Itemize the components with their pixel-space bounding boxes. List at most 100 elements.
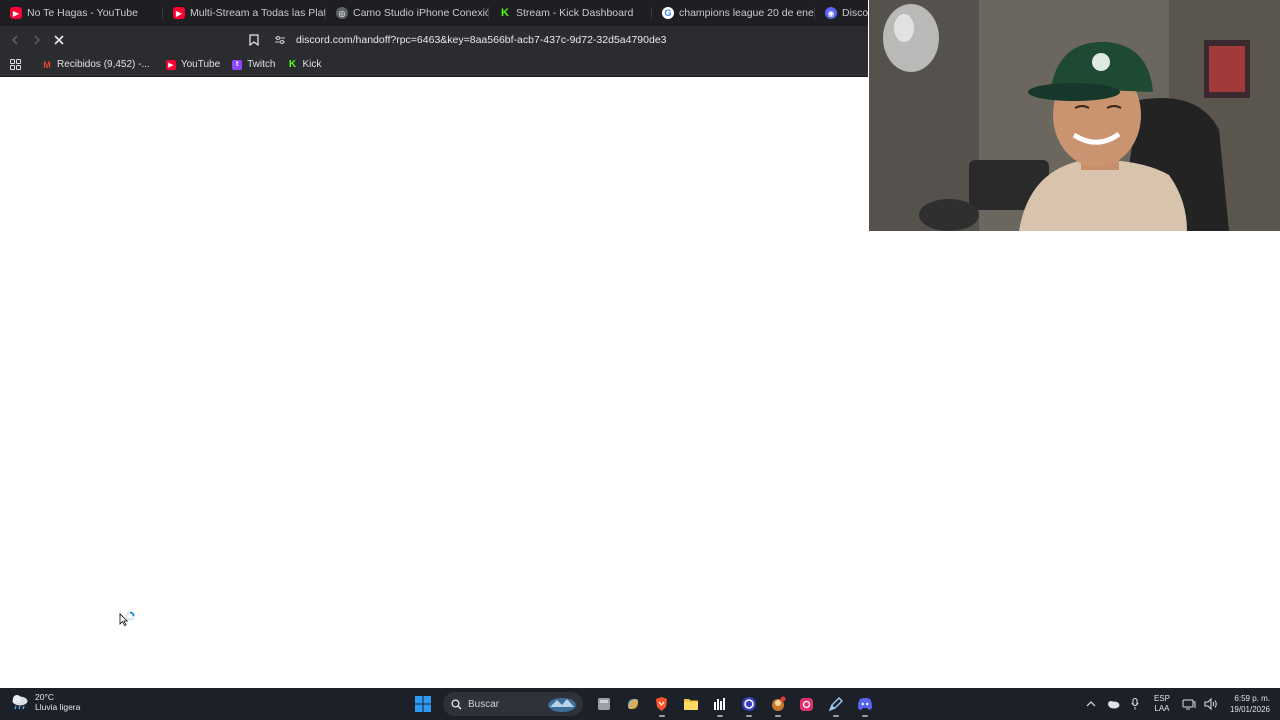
- stop-loading-button[interactable]: [49, 30, 69, 50]
- language-code: ESP: [1153, 694, 1170, 703]
- running-indicator: [716, 715, 723, 717]
- taskbar-app-circle[interactable]: [736, 691, 762, 717]
- bookmark-label: Twitch: [247, 59, 276, 70]
- taskbar-app-file-explorer[interactable]: [678, 691, 704, 717]
- show-hidden-icons-button[interactable]: [1081, 694, 1101, 714]
- language-indicator[interactable]: ESP LAA: [1154, 694, 1170, 714]
- weather-temperature: 20°C: [35, 692, 54, 702]
- tab-label: Camo Studio iPhone Conexión: [353, 7, 489, 19]
- bookmark-twitch[interactable]: t Twitch: [226, 55, 281, 75]
- taskbar-center: Buscar: [408, 688, 879, 720]
- apps-grid-icon: [9, 59, 21, 70]
- taskbar-app-instagram[interactable]: [794, 691, 820, 717]
- brave-icon: [656, 697, 667, 711]
- tab-kick-dashboard[interactable]: K Stream - Kick Dashboard: [489, 0, 652, 26]
- youtube-icon: ▶: [173, 7, 185, 19]
- close-icon: [54, 34, 64, 45]
- forward-button[interactable]: [27, 30, 47, 50]
- twitch-icon: t: [232, 59, 243, 70]
- search-placeholder: Buscar: [468, 698, 500, 710]
- system-tray: ESP LAA 6:59 p. m. 19/01/2026: [1080, 688, 1270, 720]
- weather-widget[interactable]: 20°C Lluvia ligera: [10, 692, 80, 712]
- windows-taskbar: 20°C Lluvia ligera Buscar ESP LAA 6:59 p…: [0, 688, 1280, 720]
- youtube-icon: ▶: [165, 59, 176, 70]
- windows-start-icon: [414, 696, 431, 712]
- youtube-icon: ▶: [10, 7, 22, 19]
- discord-icon: ◉: [825, 7, 837, 19]
- bookmark-label: YouTube: [180, 59, 221, 70]
- taskbar-app-brave[interactable]: [649, 691, 675, 717]
- tab-label: champions league 20 de enero - Goo: [679, 7, 815, 19]
- bookmarks-bar: M Recibidos (9,452) -... ▶ YouTube t Twi…: [0, 53, 868, 77]
- app-circle-icon: [741, 697, 756, 711]
- address-bar[interactable]: discord.com/handoff?rpc=6463&key=8aa566b…: [244, 28, 868, 51]
- keyboard-layout: LAA: [1154, 704, 1170, 713]
- tune-icon: [275, 35, 285, 44]
- running-indicator: [832, 715, 839, 717]
- copilot-icon: [627, 699, 638, 709]
- weather-condition: Lluvia ligera: [35, 702, 81, 712]
- tab-google-search[interactable]: G champions league 20 de enero - Goo: [652, 0, 815, 26]
- address-url: discord.com/handoff?rpc=6463&key=8aa566b…: [296, 33, 667, 46]
- file-icon: [597, 698, 610, 710]
- bookmark-youtube[interactable]: ▶ YouTube: [160, 55, 226, 75]
- search-highlight-icon: [548, 698, 576, 712]
- camo-icon: ◎: [336, 7, 348, 19]
- tab-multistream[interactable]: ▶ Multi-Stream a Todas las Plataforr: [163, 0, 326, 26]
- tab-label: Stream - Kick Dashboard: [516, 7, 634, 19]
- site-info-button[interactable]: [270, 30, 290, 50]
- pen-icon: [828, 697, 843, 712]
- apps-button[interactable]: [2, 55, 28, 75]
- tray-microphone-button[interactable]: [1125, 694, 1145, 714]
- chevron-up-icon: [1086, 701, 1096, 707]
- running-indicator: [774, 715, 781, 717]
- browser-tab-strip: ▶ No Te Hagas - YouTube ▶ Multi-Stream a…: [0, 0, 868, 26]
- taskbar-app-game[interactable]: [765, 691, 791, 717]
- webcam-person-image: [869, 0, 1280, 231]
- start-button[interactable]: [410, 691, 436, 717]
- network-monitor-icon: [1182, 699, 1196, 709]
- busy-cursor-icon: [118, 610, 138, 630]
- discord-icon: [857, 698, 872, 710]
- tab-label: Discord: [842, 7, 868, 19]
- taskbar-app-discord[interactable]: [852, 691, 878, 717]
- bookmark-label: Kick: [302, 59, 322, 70]
- tab-label: No Te Hagas - YouTube: [27, 7, 138, 19]
- running-indicator: [658, 715, 665, 717]
- webcam-overlay: [869, 0, 1280, 231]
- taskbar-search[interactable]: Buscar: [443, 692, 583, 716]
- tab-youtube-no-te-hagas[interactable]: ▶ No Te Hagas - YouTube: [0, 0, 163, 26]
- bookmark-button[interactable]: [244, 30, 264, 50]
- cloud-icon: [1107, 701, 1120, 709]
- taskbar-app-copilot[interactable]: [620, 691, 646, 717]
- arrow-left-icon: [11, 34, 18, 45]
- bookmark-icon: [249, 33, 259, 46]
- taskbar-app-audio[interactable]: [707, 691, 733, 717]
- game-icon: [771, 696, 785, 711]
- instagram-icon: [800, 697, 813, 711]
- tray-volume-button[interactable]: [1201, 694, 1221, 714]
- gmail-icon: M: [43, 59, 51, 70]
- bookmark-gmail[interactable]: M Recibidos (9,452) -...: [36, 55, 156, 75]
- bookmark-kick[interactable]: K Kick: [281, 55, 327, 75]
- speaker-icon: [1204, 698, 1217, 710]
- tab-camo-studio[interactable]: ◎ Camo Studio iPhone Conexión: [326, 0, 489, 26]
- clock-date-button[interactable]: 6:59 p. m. 19/01/2026: [1230, 693, 1270, 715]
- file-explorer-icon: [683, 699, 698, 710]
- kick-icon: K: [288, 59, 297, 70]
- arrow-right-icon: [34, 34, 41, 45]
- taskbar-app-file[interactable]: [591, 691, 617, 717]
- taskbar-app-pen[interactable]: [823, 691, 849, 717]
- clock-time: 6:59 p. m.: [1234, 694, 1270, 703]
- rain-cloud-icon: [12, 695, 28, 710]
- running-indicator: [861, 715, 868, 717]
- tray-onedrive-button[interactable]: [1103, 694, 1123, 714]
- running-indicator: [745, 715, 752, 717]
- tab-label: Multi-Stream a Todas las Plataforr: [190, 7, 326, 19]
- back-button[interactable]: [5, 30, 25, 50]
- clock-date: 19/01/2026: [1229, 705, 1270, 714]
- search-icon: [451, 698, 462, 709]
- tray-network-button[interactable]: [1179, 694, 1199, 714]
- bookmark-label: Recibidos (9,452) -...: [57, 59, 150, 70]
- tab-discord[interactable]: ◉ Discord: [815, 0, 868, 26]
